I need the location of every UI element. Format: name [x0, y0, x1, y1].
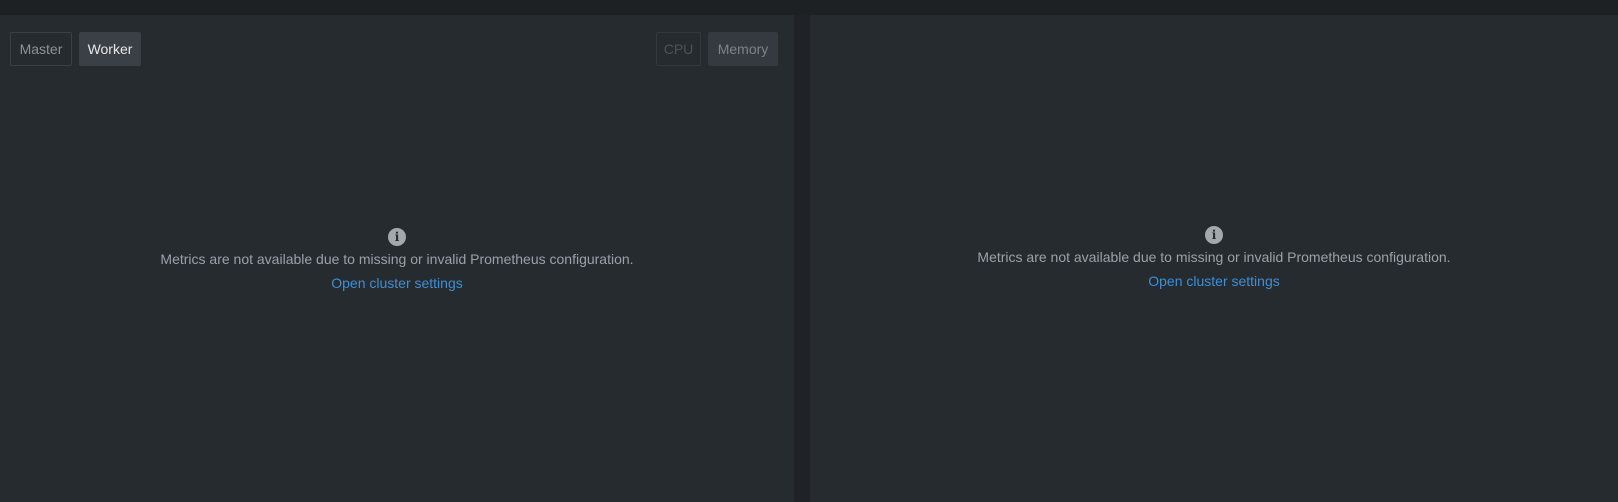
metrics-unavailable-message: Metrics are not available due to missing…	[977, 249, 1451, 265]
metrics-panel-right: i Metrics are not available due to missi…	[810, 15, 1618, 502]
metrics-panel-left: Master Worker CPU Memory i Metrics are n…	[0, 15, 794, 502]
panel-divider	[794, 15, 810, 502]
open-cluster-settings-link[interactable]: Open cluster settings	[331, 274, 463, 292]
master-toggle-button[interactable]: Master	[10, 32, 72, 66]
empty-state-left: i Metrics are not available due to missi…	[0, 228, 794, 292]
info-icon: i	[1205, 226, 1223, 244]
worker-toggle-button[interactable]: Worker	[79, 32, 141, 66]
metrics-unavailable-message: Metrics are not available due to missing…	[160, 251, 634, 267]
open-cluster-settings-link[interactable]: Open cluster settings	[1148, 272, 1280, 290]
info-icon: i	[388, 228, 406, 246]
empty-state-right: i Metrics are not available due to missi…	[810, 226, 1618, 290]
cpu-toggle-button[interactable]: CPU	[656, 32, 701, 66]
memory-toggle-button[interactable]: Memory	[708, 32, 778, 66]
top-strip	[0, 0, 1618, 15]
